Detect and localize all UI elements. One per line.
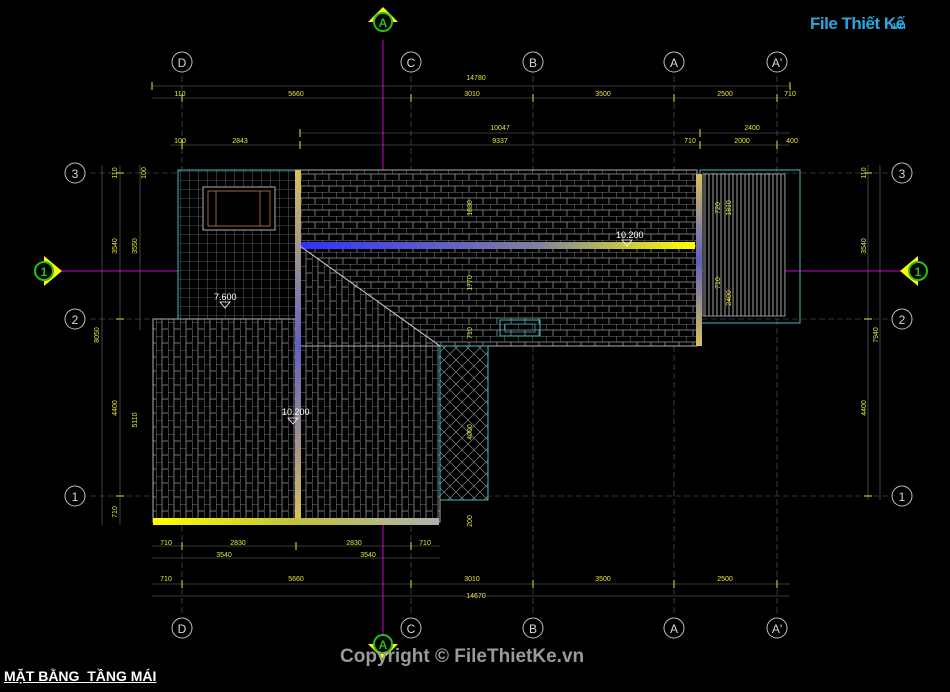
dim-top-3010: 3010: [464, 91, 480, 98]
chimney-block: [202, 186, 276, 231]
copyright-watermark: Copyright © FileThietKe.vn: [340, 646, 585, 667]
dim-right-7940: 7940: [873, 327, 880, 343]
grid-label-a2-top: A': [772, 56, 782, 70]
roof-plan-drawing: D C B A A' D C B A A' 3 2 1 3 2 1 A A 1 …: [34, 7, 928, 659]
grid-label-3-right: 3: [899, 167, 906, 181]
dim-top-2000: 2000: [734, 138, 750, 145]
dim-top-100: 100: [174, 138, 186, 145]
section-marker-right: 1: [900, 256, 928, 286]
dim-top-110: 110: [174, 91, 185, 98]
dim-top-9337: 9337: [492, 138, 508, 145]
dim-top-5660: 5660: [288, 91, 304, 98]
grid-label-2-right: 2: [899, 313, 906, 327]
dim-bot-3500: 3500: [595, 576, 611, 583]
dim-inner-720: 720: [715, 202, 722, 214]
dim-bot-2500: 2500: [717, 576, 733, 583]
dim-top-710: 710: [784, 91, 796, 98]
dim-right-4400: 4400: [861, 400, 868, 416]
dim-left-4400: 4400: [112, 400, 119, 416]
right-ridge: [696, 174, 702, 346]
dim-inner-710: 710: [467, 327, 474, 339]
section-label-right: 1: [915, 265, 922, 279]
dim-top-10047: 10047: [490, 125, 510, 132]
dim-left-8050: 8050: [94, 327, 101, 343]
dim-right-3540: 3540: [861, 238, 868, 254]
dim-top-400: 400: [786, 138, 798, 145]
grid-label-3-left: 3: [72, 167, 79, 181]
level-left-ridge: 10.200: [282, 407, 310, 417]
dim-bot-710b: 710: [419, 540, 431, 547]
dim-top-710b: 710: [684, 138, 696, 145]
section-marker-left: 1: [34, 256, 62, 286]
dim-overall-top: 14780: [466, 75, 486, 82]
dim-right-110: 110: [861, 167, 868, 178]
logo-suffix: .vn: [890, 20, 906, 32]
grid-label-c-bottom: C: [407, 622, 416, 636]
grid-label-c-top: C: [407, 56, 416, 70]
grid-label-2-left: 2: [72, 313, 79, 327]
dim-bot-overall: 14670: [466, 593, 486, 600]
dim-bot-2830a: 2830: [230, 540, 246, 547]
grid-label-d-bottom: D: [178, 622, 187, 636]
section-label-top: A: [379, 16, 388, 30]
dim-inner-1880: 1880: [467, 200, 474, 216]
lower-left-tile-roof: [152, 318, 300, 523]
dim-bot-3540b: 3540: [360, 552, 376, 559]
dim-top-3500: 3500: [595, 91, 611, 98]
dim-left-3540: 3540: [112, 238, 119, 254]
dim-bot-3540a: 3540: [216, 552, 232, 559]
dim-inner-4000: 4000: [467, 424, 474, 440]
site-logo: File Thiết Kế .vn: [810, 12, 922, 42]
dim-left-100: 100: [141, 167, 148, 179]
dim-bot-710a: 710: [160, 540, 172, 547]
dim-inner-2400: 2400: [726, 290, 733, 306]
section-marker-top: A: [368, 7, 398, 32]
dim-inner-1810: 1810: [726, 200, 733, 216]
vertical-ridge-left: [295, 170, 301, 522]
dim-bot-710c: 710: [160, 576, 172, 583]
dim-inner-710b: 710: [715, 277, 722, 289]
dim-top-2400: 2400: [744, 125, 760, 132]
top-ridge: [300, 242, 695, 249]
dim-left-710: 710: [112, 506, 119, 518]
roof-outline: [152, 169, 801, 523]
grid-label-1-right: 1: [899, 490, 906, 504]
skylight-glass: [439, 345, 489, 501]
grid-label-a-bottom: A: [670, 622, 678, 636]
dim-left-110: 110: [112, 167, 119, 178]
level-low-roof: 7.600: [214, 292, 237, 302]
dim-left-3550: 3550: [132, 238, 139, 254]
dim-top-2843: 2843: [232, 138, 248, 145]
dim-inner-1770: 1770: [467, 275, 474, 291]
grid-label-a2-bottom: A': [772, 622, 782, 636]
dim-inner-200: 200: [467, 515, 474, 527]
drawing-title: MẶT BẰNG TẦNG MÁI: [4, 668, 157, 684]
grid-label-b-bottom: B: [529, 622, 537, 636]
dim-bot-3010: 3010: [464, 576, 480, 583]
bottom-gutter: [153, 518, 439, 525]
grid-label-b-top: B: [529, 56, 537, 70]
dim-top-2500: 2500: [717, 91, 733, 98]
dim-bot-5660: 5660: [288, 576, 304, 583]
grid-label-1-left: 1: [72, 490, 79, 504]
dim-bot-2830b: 2830: [346, 540, 362, 547]
right-stripe-roof: [702, 173, 786, 317]
level-top-ridge: 10.200: [616, 230, 644, 240]
section-label-left: 1: [41, 265, 48, 279]
grid-label-d-top: D: [178, 56, 187, 70]
dim-left-5110: 5110: [132, 412, 139, 427]
grid-label-a-top: A: [670, 56, 678, 70]
